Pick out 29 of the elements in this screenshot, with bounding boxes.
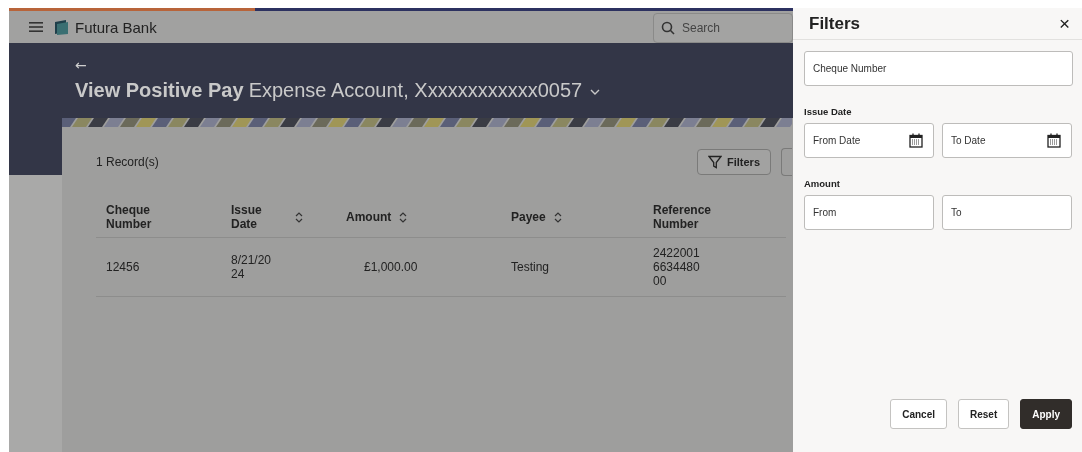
search-field[interactable]: Search — [653, 13, 793, 43]
filters-button[interactable]: Filters — [697, 149, 771, 175]
action-button[interactable]: Apply — [1020, 399, 1072, 429]
record-count: 1 Record(s) — [96, 155, 159, 169]
back-arrow[interactable]: ← — [75, 57, 87, 73]
table-cell-text: 8/21/20 24 — [231, 253, 273, 281]
brand-name: Futura Bank — [75, 18, 157, 36]
column-header: Cheque Number — [106, 203, 153, 231]
input-field[interactable]: To — [942, 195, 1072, 230]
column-header[interactable]: Issue Date — [231, 203, 303, 231]
field-label: Amount — [804, 178, 841, 189]
page-title: View Positive Pay — [75, 79, 244, 102]
account-name: Expense Account, Xxxxxxxxxxxx0057 — [248, 79, 583, 102]
date-field[interactable]: To Date — [942, 123, 1072, 158]
input-field[interactable]: From — [804, 195, 934, 230]
column-header[interactable]: Amount — [346, 210, 408, 224]
table-cell: £1,000.00 — [364, 260, 418, 274]
table-cell-text: 12456 — [106, 260, 141, 274]
action-button[interactable]: Cancel — [890, 399, 947, 429]
column-header[interactable]: Payee — [511, 210, 562, 224]
input-field[interactable]: Cheque Number — [804, 51, 1073, 86]
table-cell: Testing — [511, 260, 550, 274]
table-cell-text: 2422001 6634480 00 — [653, 246, 701, 288]
panel-title: Filters — [809, 13, 861, 34]
date-field[interactable]: From Date — [804, 123, 934, 158]
field-label: Issue Date — [804, 106, 853, 117]
action-button[interactable]: Reset — [957, 399, 1010, 429]
column-header: Reference Number — [653, 203, 709, 231]
close-button[interactable]: × — [1054, 12, 1074, 35]
